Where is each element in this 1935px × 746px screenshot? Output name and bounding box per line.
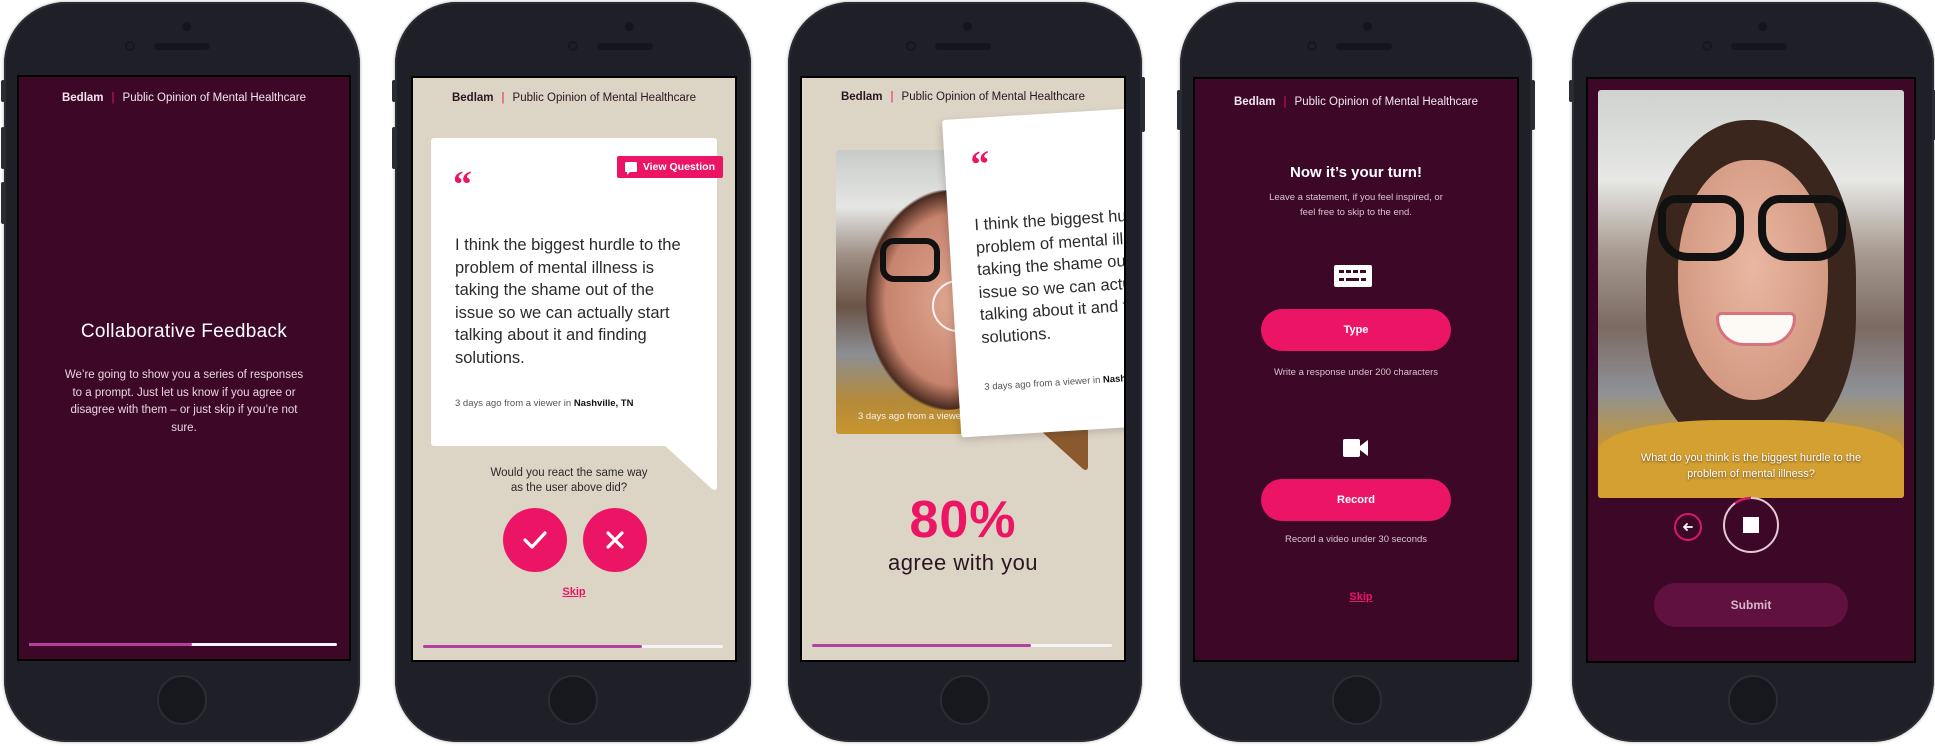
screen-intro: Bedlam | Public Opinion of Mental Healthca… bbox=[17, 75, 351, 661]
screen-your-turn: Bedlam | Public Opinion of Mental Healthca… bbox=[1193, 77, 1519, 662]
chat-bubble-icon bbox=[624, 162, 637, 175]
your-turn-subtitle: Leave a statement, if you feel inspired,… bbox=[1269, 192, 1443, 218]
thumbnail-tail bbox=[1040, 430, 1088, 470]
meta-location: Nashville, TN bbox=[573, 398, 634, 409]
phone-result: Bedlam | Public Opinion of Mental Healthca… bbox=[788, 2, 1145, 742]
glasses-shape bbox=[880, 238, 940, 282]
brand-name: Bedlam bbox=[840, 91, 883, 103]
header-separator: | bbox=[890, 91, 894, 103]
project-title: Public Opinion of Mental Healthcare bbox=[1294, 96, 1478, 108]
agree-caption: agree with you bbox=[887, 550, 1039, 575]
response-card: “ I think the biggest hurdle to the prob… bbox=[431, 138, 717, 446]
record-button-label: Record bbox=[1337, 494, 1375, 506]
home-button[interactable] bbox=[157, 675, 207, 725]
response-quote: I think the biggest hurdle to the proble… bbox=[973, 202, 1126, 347]
record-progress-arc bbox=[1734, 496, 1752, 505]
progress-fill bbox=[423, 645, 642, 648]
meta-prefix: 3 days ago from a viewer in bbox=[455, 398, 572, 409]
intro-body: We’re going to show you a series of resp… bbox=[64, 369, 304, 434]
video-camera-icon bbox=[1343, 439, 1368, 457]
camera-preview: What do you think is the biggest hurdle … bbox=[1598, 90, 1904, 498]
stop-record-button[interactable] bbox=[1722, 496, 1780, 554]
progress-bar bbox=[812, 644, 1112, 647]
meta-prefix: 3 days ago from a viewer in bbox=[984, 374, 1101, 393]
question-caption: What do you think is the biggest hurdle … bbox=[1640, 452, 1862, 480]
screen-result: Bedlam | Public Opinion of Mental Healthca… bbox=[800, 76, 1126, 662]
response-meta: 3 days ago from a viewer in Nashville, T… bbox=[455, 398, 633, 409]
type-hint: Write a response under 200 characters bbox=[1273, 367, 1439, 378]
project-title: Public Opinion of Mental Healthcare bbox=[122, 92, 306, 104]
submit-button[interactable]: Submit bbox=[1654, 583, 1848, 627]
progress-bar bbox=[423, 645, 723, 648]
project-title: Public Opinion of Mental Healthcare bbox=[901, 91, 1085, 103]
header-separator: | bbox=[111, 92, 115, 104]
speech-bubble-tail bbox=[663, 444, 717, 490]
brand-name: Bedlam bbox=[451, 92, 494, 104]
glasses-right bbox=[1758, 195, 1846, 261]
view-question-label: View Question bbox=[642, 161, 715, 173]
phone-react: Bedlam | Public Opinion of Mental Healthca… bbox=[392, 2, 751, 742]
project-title: Public Opinion of Mental Healthcare bbox=[512, 92, 696, 104]
stop-icon bbox=[1743, 517, 1759, 533]
close-icon bbox=[606, 531, 624, 549]
skip-link[interactable]: Skip bbox=[413, 586, 735, 598]
progress-bar bbox=[29, 643, 337, 646]
submit-button-label: Submit bbox=[1730, 598, 1772, 612]
response-quote: I think the biggest hurdle to the proble… bbox=[455, 236, 681, 367]
app-header: Bedlam | Public Opinion of Mental Healthca… bbox=[413, 92, 735, 104]
reaction-prompt: Would you react the same way as the user… bbox=[490, 467, 648, 494]
brand-name: Bedlam bbox=[61, 92, 104, 104]
response-card: “ I think the biggest hurdle to the prob… bbox=[942, 105, 1126, 438]
app-header: Bedlam | Public Opinion of Mental Healthca… bbox=[19, 92, 349, 104]
home-button[interactable] bbox=[940, 675, 990, 725]
your-turn-title: Now it’s your turn! bbox=[1290, 164, 1422, 181]
header-separator: | bbox=[501, 92, 505, 104]
intro-title: Collaborative Feedback bbox=[80, 321, 288, 342]
glasses-left bbox=[1658, 195, 1744, 261]
progress-fill bbox=[812, 644, 1031, 647]
view-question-button[interactable]: View Question bbox=[616, 156, 723, 178]
app-header: Bedlam | Public Opinion of Mental Healthca… bbox=[802, 91, 1124, 103]
home-button[interactable] bbox=[1332, 675, 1382, 725]
phone-intro: Bedlam | Public Opinion of Mental Healthca… bbox=[1, 2, 360, 742]
meta-location: Nashville, TN bbox=[1102, 371, 1126, 386]
screen-react: Bedlam | Public Opinion of Mental Healthca… bbox=[411, 76, 737, 662]
record-button[interactable]: Record bbox=[1261, 479, 1451, 521]
arrow-left-icon bbox=[1683, 523, 1693, 531]
keyboard-icon bbox=[1334, 265, 1372, 287]
record-hint: Record a video under 30 seconds bbox=[1284, 534, 1428, 545]
response-meta: 3 days ago from a viewer in Nashville, T… bbox=[984, 371, 1126, 393]
home-button[interactable] bbox=[1728, 675, 1778, 725]
brand-name: Bedlam bbox=[1233, 96, 1276, 108]
agree-percentage: 80% bbox=[909, 491, 1017, 549]
agree-button[interactable] bbox=[503, 508, 567, 572]
checkmark-icon bbox=[523, 531, 547, 549]
app-header: Bedlam | Public Opinion of Mental Healthca… bbox=[1195, 96, 1517, 108]
phone-your-turn: Bedlam | Public Opinion of Mental Healthca… bbox=[1177, 2, 1535, 742]
header-separator: | bbox=[1283, 96, 1287, 108]
screen-recording: What do you think is the biggest hurdle … bbox=[1586, 77, 1916, 663]
progress-fill bbox=[29, 643, 193, 646]
quote-mark: “ bbox=[969, 143, 992, 187]
disagree-button[interactable] bbox=[583, 508, 647, 572]
back-button[interactable] bbox=[1674, 513, 1702, 541]
quote-mark: “ bbox=[453, 164, 472, 206]
home-button[interactable] bbox=[548, 675, 598, 725]
type-button[interactable]: Type bbox=[1261, 309, 1451, 351]
type-button-label: Type bbox=[1343, 324, 1369, 336]
phone-recording: What do you think is the biggest hurdle … bbox=[1569, 2, 1935, 742]
skip-link[interactable]: Skip bbox=[1205, 591, 1517, 603]
photo-meta: 3 days ago from a viewer bbox=[858, 411, 965, 422]
